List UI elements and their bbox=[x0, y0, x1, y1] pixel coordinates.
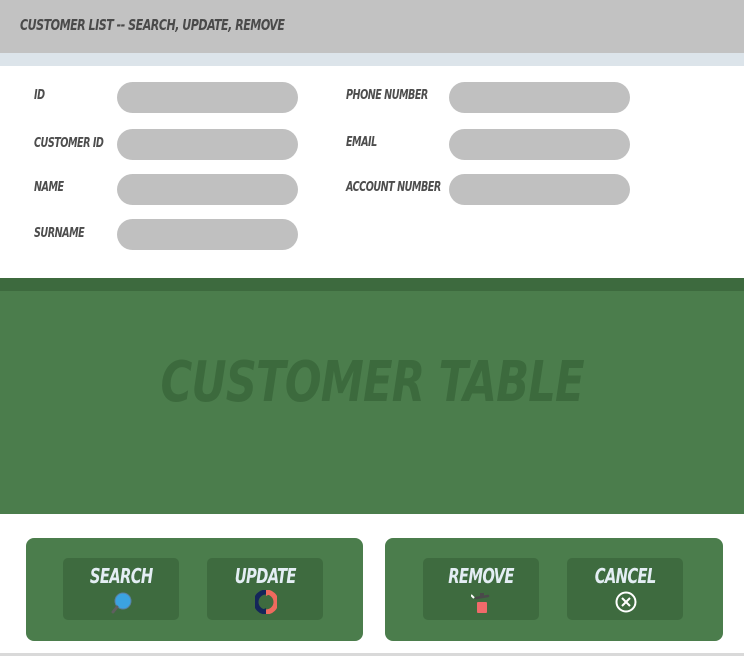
cancel-button-label: CANCEL bbox=[594, 564, 657, 588]
refresh-icon bbox=[255, 590, 277, 614]
customer-id-field[interactable] bbox=[117, 129, 298, 160]
remove-button-label: REMOVE bbox=[448, 564, 514, 588]
trash-icon bbox=[471, 593, 490, 613]
title-bar: CUSTOMER LIST -- SEARCH, UPDATE, REMOVE bbox=[0, 0, 744, 53]
account-number-label: ACCOUNT NUMBER bbox=[346, 180, 441, 195]
phone-number-label: PHONE NUMBER bbox=[346, 88, 428, 103]
action-area: SEARCH UPDATE REMOVE CANCEL bbox=[0, 514, 744, 656]
phone-number-field[interactable] bbox=[449, 82, 630, 113]
cancel-button[interactable]: CANCEL bbox=[567, 558, 683, 620]
search-button[interactable]: SEARCH bbox=[63, 558, 179, 620]
table-placeholder: CUSTOMER TABLE bbox=[0, 350, 744, 415]
customer-table[interactable]: CUSTOMER TABLE bbox=[0, 278, 744, 514]
id-label: ID bbox=[34, 88, 45, 103]
email-field[interactable] bbox=[449, 129, 630, 160]
table-placeholder-text: CUSTOMER TABLE bbox=[160, 350, 584, 415]
customer-form: ID CUSTOMER ID NAME SURNAME PHONE NUMBER… bbox=[0, 66, 744, 278]
table-header-bar bbox=[0, 278, 744, 291]
title-divider bbox=[0, 53, 744, 66]
window-title: CUSTOMER LIST -- SEARCH, UPDATE, REMOVE bbox=[20, 16, 285, 34]
id-field[interactable] bbox=[117, 82, 298, 113]
search-update-panel: SEARCH UPDATE bbox=[26, 538, 363, 641]
update-button-label: UPDATE bbox=[234, 564, 296, 588]
search-button-label: SEARCH bbox=[89, 564, 153, 588]
email-label: EMAIL bbox=[346, 135, 377, 150]
account-number-field[interactable] bbox=[449, 174, 630, 205]
name-label: NAME bbox=[34, 180, 64, 195]
name-field[interactable] bbox=[117, 174, 298, 205]
surname-label: SURNAME bbox=[34, 226, 85, 241]
close-circle-icon bbox=[615, 591, 637, 613]
remove-button[interactable]: REMOVE bbox=[423, 558, 539, 620]
remove-cancel-panel: REMOVE CANCEL bbox=[385, 538, 723, 641]
surname-field[interactable] bbox=[117, 219, 298, 250]
magnifier-icon bbox=[111, 592, 132, 614]
update-button[interactable]: UPDATE bbox=[207, 558, 323, 620]
customer-id-label: CUSTOMER ID bbox=[34, 136, 104, 151]
